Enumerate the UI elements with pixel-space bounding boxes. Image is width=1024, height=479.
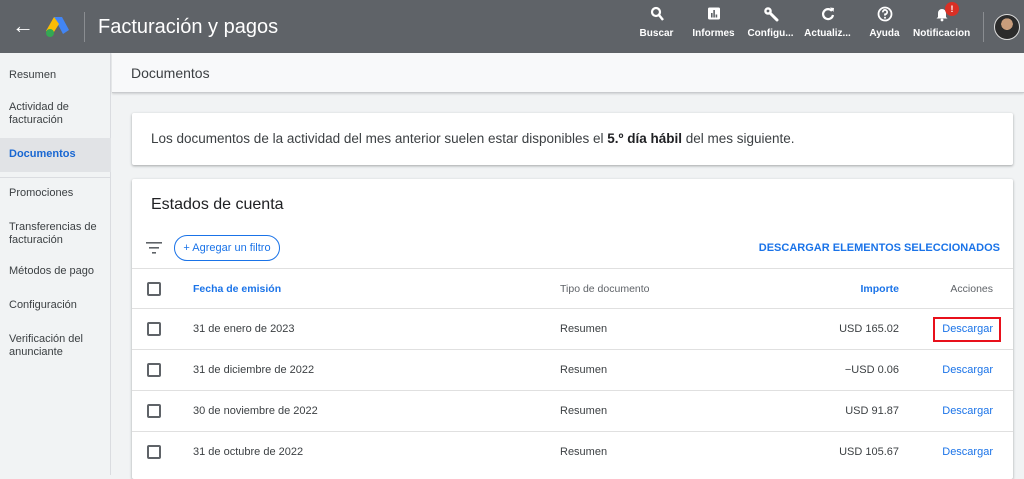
sidebar-item-metodos-pago[interactable]: Métodos de pago xyxy=(0,265,111,278)
download-link[interactable]: Descargar xyxy=(942,446,993,458)
sidebar-item-resumen[interactable]: Resumen xyxy=(0,69,111,82)
search-icon xyxy=(628,6,685,24)
chart-icon xyxy=(685,6,742,24)
info-notice: Los documentos de la actividad del mes a… xyxy=(132,113,1013,165)
refresh-icon xyxy=(799,6,856,24)
row-date: 31 de enero de 2023 xyxy=(193,323,295,335)
table-header-row: Fecha de emisión Tipo de documento Impor… xyxy=(132,268,1013,308)
table-row: 31 de enero de 2023 Resumen USD 165.02 D… xyxy=(132,308,1013,349)
table-row: 30 de noviembre de 2022 Resumen USD 91.8… xyxy=(132,390,1013,431)
top-bar: ← Facturación y pagos Buscar Informes Co… xyxy=(0,0,1024,53)
bell-icon xyxy=(913,6,970,24)
header-divider-right xyxy=(983,12,984,42)
help-label: Ayuda xyxy=(869,28,900,39)
notice-text-end: del mes siguiente. xyxy=(681,131,795,146)
row-amount: USD 91.87 xyxy=(845,405,899,417)
row-type: Resumen xyxy=(560,364,608,376)
wrench-icon xyxy=(742,6,799,24)
sidebar-item-transferencias[interactable]: Transferencias de facturación xyxy=(0,221,105,247)
add-filter-button[interactable]: + Agregar un filtro xyxy=(174,235,280,261)
sidebar-item-documentos[interactable]: Documentos xyxy=(0,138,111,172)
notice-text: Los documentos de la actividad del mes a… xyxy=(151,131,795,146)
row-amount: USD 165.02 xyxy=(839,323,899,335)
refresh-label: Actualiz... xyxy=(804,28,851,39)
sidebar-item-configuracion[interactable]: Configuración xyxy=(0,299,111,312)
statements-title: Estados de cuenta xyxy=(151,196,284,213)
page-header: Documentos xyxy=(112,53,1024,93)
download-link[interactable]: Descargar xyxy=(942,405,993,417)
toolbar: Buscar Informes Configu... Actualiz... A… xyxy=(628,2,970,50)
sidebar-item-verificacion[interactable]: Verificación del anunciante xyxy=(0,333,92,359)
help-button[interactable]: Ayuda xyxy=(856,6,913,50)
page-section-title: Facturación y pagos xyxy=(98,16,279,38)
row-checkbox[interactable] xyxy=(147,404,161,418)
row-type: Resumen xyxy=(560,323,608,335)
column-header-actions: Acciones xyxy=(950,283,993,295)
column-header-date[interactable]: Fecha de emisión xyxy=(193,283,281,295)
row-type: Resumen xyxy=(560,446,608,458)
page-title: Documentos xyxy=(131,65,210,81)
search-button[interactable]: Buscar xyxy=(628,6,685,50)
sidebar-item-promociones[interactable]: Promociones xyxy=(0,187,111,200)
reports-button[interactable]: Informes xyxy=(685,6,742,50)
statements-card: Estados de cuenta + Agregar un filtro DE… xyxy=(132,179,1013,479)
download-selected-button[interactable]: DESCARGAR ELEMENTOS SELECCIONADOS xyxy=(759,242,1000,254)
tools-settings-button[interactable]: Configu... xyxy=(742,6,799,50)
notifications-button[interactable]: ! Notificacion es xyxy=(913,2,970,50)
sidebar-item-actividad[interactable]: Actividad de facturación xyxy=(0,101,92,127)
filter-icon[interactable] xyxy=(146,241,162,255)
reports-label: Informes xyxy=(692,28,735,39)
row-checkbox[interactable] xyxy=(147,363,161,377)
tools-settings-label: Configu... xyxy=(747,28,794,39)
table-row: 31 de diciembre de 2022 Resumen −USD 0.0… xyxy=(132,349,1013,390)
row-checkbox[interactable] xyxy=(147,322,161,336)
notice-text-start: Los documentos de la actividad del mes a… xyxy=(151,131,608,146)
google-ads-logo xyxy=(46,17,69,37)
select-all-checkbox[interactable] xyxy=(147,282,161,296)
row-date: 31 de octubre de 2022 xyxy=(193,446,304,458)
statements-table: Fecha de emisión Tipo de documento Impor… xyxy=(132,268,1013,472)
download-link[interactable]: Descargar xyxy=(942,323,993,335)
arrow-left-icon[interactable]: ← xyxy=(12,14,34,38)
row-amount: USD 105.67 xyxy=(839,446,899,458)
refresh-button[interactable]: Actualiz... xyxy=(799,6,856,50)
help-icon xyxy=(856,6,913,24)
column-header-type: Tipo de documento xyxy=(560,283,650,295)
table-row: 31 de octubre de 2022 Resumen USD 105.67… xyxy=(132,431,1013,472)
sidebar-divider xyxy=(0,177,111,178)
column-header-amount[interactable]: Importe xyxy=(860,283,899,295)
notice-text-bold: 5.º día hábil xyxy=(607,131,682,146)
header-divider xyxy=(84,12,85,42)
row-type: Resumen xyxy=(560,405,608,417)
row-amount: −USD 0.06 xyxy=(844,364,899,376)
download-link[interactable]: Descargar xyxy=(942,364,993,376)
notification-badge: ! xyxy=(945,2,959,16)
row-date: 30 de noviembre de 2022 xyxy=(193,405,318,417)
row-checkbox[interactable] xyxy=(147,445,161,459)
sidebar-nav: Resumen Actividad de facturación Documen… xyxy=(0,53,111,475)
main-content: Documentos Los documentos de la activida… xyxy=(112,53,1024,479)
notifications-label: Notificacion es xyxy=(913,28,970,39)
row-date: 31 de diciembre de 2022 xyxy=(193,364,315,376)
search-label: Buscar xyxy=(639,28,674,39)
avatar[interactable] xyxy=(994,14,1020,40)
